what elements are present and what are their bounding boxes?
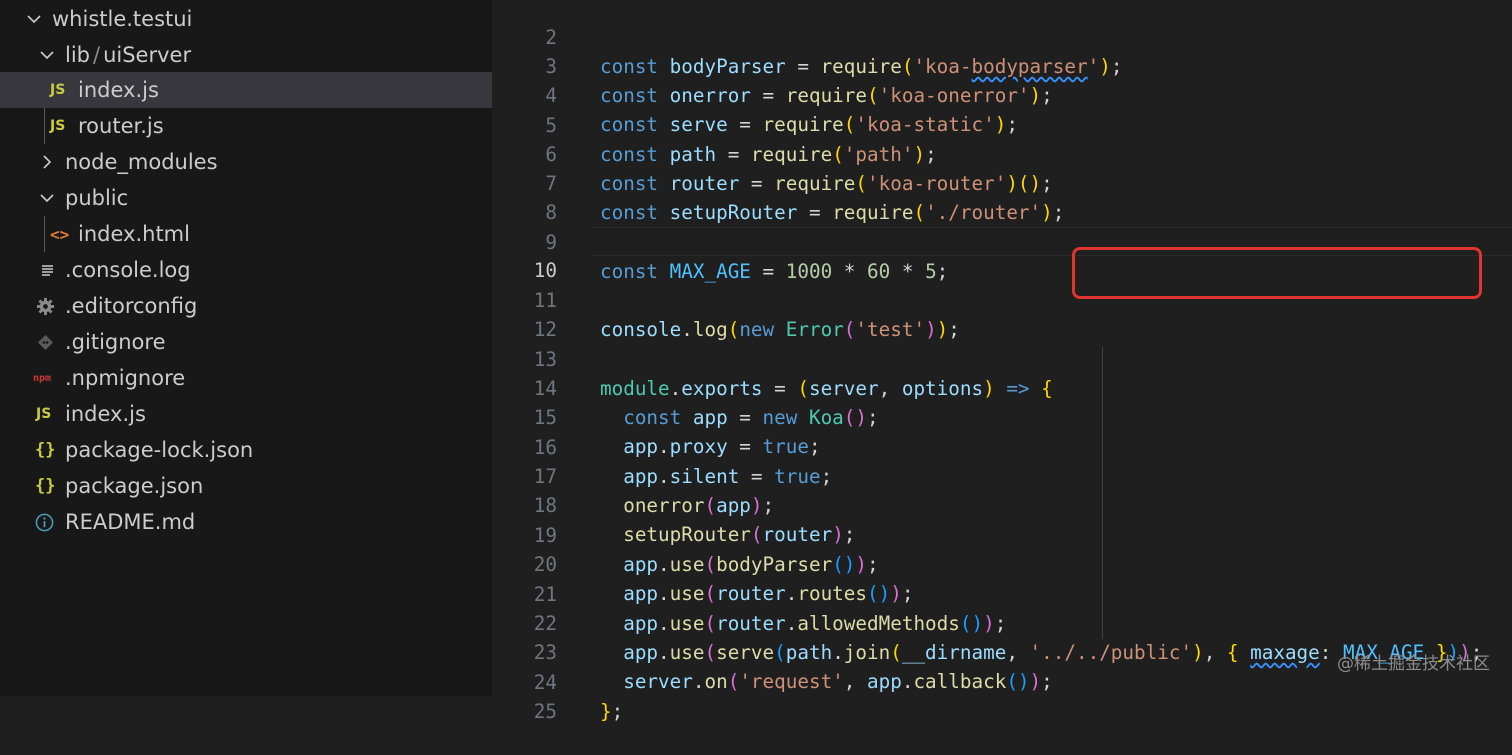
chevron-right-icon: [39, 144, 55, 180]
code-text: };: [600, 700, 624, 723]
tree-file-readme-md[interactable]: README.md: [0, 504, 492, 540]
chevron-down-icon: [26, 1, 42, 37]
code-line: 5 const path = require('path');: [492, 82, 1512, 166]
tree-file-router-js[interactable]: JS router.js: [0, 108, 492, 144]
code-line: 20 app.use(router.routes());: [492, 521, 1512, 605]
code-line: 4 const serve = require('koa-static');: [492, 52, 1512, 136]
vscode-window: whistle.testui lib / uiServer JS index.j…: [0, 0, 1512, 723]
tree-file-package-json[interactable]: {} package.json: [0, 468, 492, 504]
json-file-icon: {}: [35, 440, 56, 460]
tree-label-lib[interactable]: lib: [65, 43, 90, 67]
code-line: 3 const onerror = require('koa-onerror')…: [492, 23, 1512, 107]
code-line: 19 app.use(bodyParser());: [492, 492, 1512, 576]
tree-folder-public[interactable]: public: [0, 180, 492, 216]
tree-folder-node-modules[interactable]: node_modules: [0, 144, 492, 180]
tree-file-index-html[interactable]: <> index.html: [0, 216, 492, 252]
watermark: @稀土掘金技术社区: [1337, 654, 1490, 674]
tree-label: .editorconfig: [65, 294, 198, 318]
path-separator: /: [93, 43, 101, 67]
tree-label: .console.log: [65, 258, 191, 282]
tree-file-gitignore[interactable]: .gitignore: [0, 324, 492, 360]
code-line: 15 app.proxy = true;: [492, 374, 1512, 458]
git-icon: [37, 334, 65, 351]
code-line: 14 const app = new Koa();: [492, 345, 1512, 429]
tree-file-root-index-js[interactable]: JS index.js: [0, 396, 492, 432]
tree-label: README.md: [65, 510, 196, 534]
text-file-icon: [40, 262, 65, 278]
code-line: 16 app.silent = true;: [492, 404, 1512, 488]
tree-folder-lib-uiserver[interactable]: lib / uiServer: [0, 37, 492, 73]
code-line: 23 server.on('request', app.callback());: [492, 609, 1512, 693]
red-highlight-annotation: [1072, 247, 1482, 299]
html-file-icon: <>: [50, 224, 70, 244]
code-line: 21 app.use(router.allowedMethods());: [492, 551, 1512, 635]
code-line: 17 onerror(app);: [492, 433, 1512, 517]
tree-label: package-lock.json: [65, 438, 254, 462]
code-editor[interactable]: 2 const bodyParser = require('koa-bodypa…: [492, 0, 1512, 723]
code-line: 13 module.exports = (server, options) =>…: [492, 316, 1512, 400]
gear-icon: [36, 297, 65, 316]
tree-folder-whistle-testui[interactable]: whistle.testui: [0, 1, 492, 37]
tree-label: whistle.testui: [52, 7, 193, 31]
code-line: 22 app.use(serve(path.join(__dirname, '.…: [492, 580, 1512, 664]
javascript-file-icon: JS: [50, 118, 66, 134]
code-line: 7 const setupRouter = require('./router'…: [492, 140, 1512, 224]
line-number: 25: [533, 700, 557, 723]
javascript-file-icon: JS: [50, 82, 66, 98]
tree-file-console-log[interactable]: .console.log: [0, 252, 492, 288]
code-line: 18 setupRouter(router);: [492, 462, 1512, 546]
tree-file-package-lock-json[interactable]: {} package-lock.json: [0, 432, 492, 468]
chevron-down-icon: [39, 37, 55, 73]
tree-file-editorconfig[interactable]: .editorconfig: [0, 288, 492, 324]
tree-label: public: [65, 186, 129, 210]
tree-label: .gitignore: [65, 330, 166, 354]
explorer-sidebar: whistle.testui lib / uiServer JS index.j…: [0, 0, 492, 696]
code-line: 9 const MAX_AGE = 1000 * 60 * 5;: [492, 199, 1512, 283]
tree-label-uiserver[interactable]: uiServer: [103, 43, 191, 67]
info-icon: [35, 513, 65, 532]
code-line: 8: [492, 169, 1512, 224]
tree-label: router.js: [78, 114, 164, 138]
code-line: 2 const bodyParser = require('koa-bodypa…: [492, 0, 1512, 78]
npm-icon: npm: [33, 372, 52, 384]
code-line: 6 const router = require('koa-router')()…: [492, 111, 1512, 195]
tree-label: index.js: [65, 402, 146, 426]
tree-label: index.html: [78, 222, 190, 246]
tree-file-uiserver-index-js[interactable]: JS index.js: [0, 72, 492, 108]
tree-label: package.json: [65, 474, 204, 498]
chevron-down-icon: [39, 180, 55, 216]
tree-label: node_modules: [65, 150, 218, 174]
javascript-file-icon: JS: [36, 406, 52, 422]
tree-file-npmignore[interactable]: npm .npmignore: [0, 360, 492, 396]
tree-label: .npmignore: [65, 366, 186, 390]
json-file-icon: {}: [35, 476, 56, 496]
tree-label: index.js: [78, 78, 159, 102]
